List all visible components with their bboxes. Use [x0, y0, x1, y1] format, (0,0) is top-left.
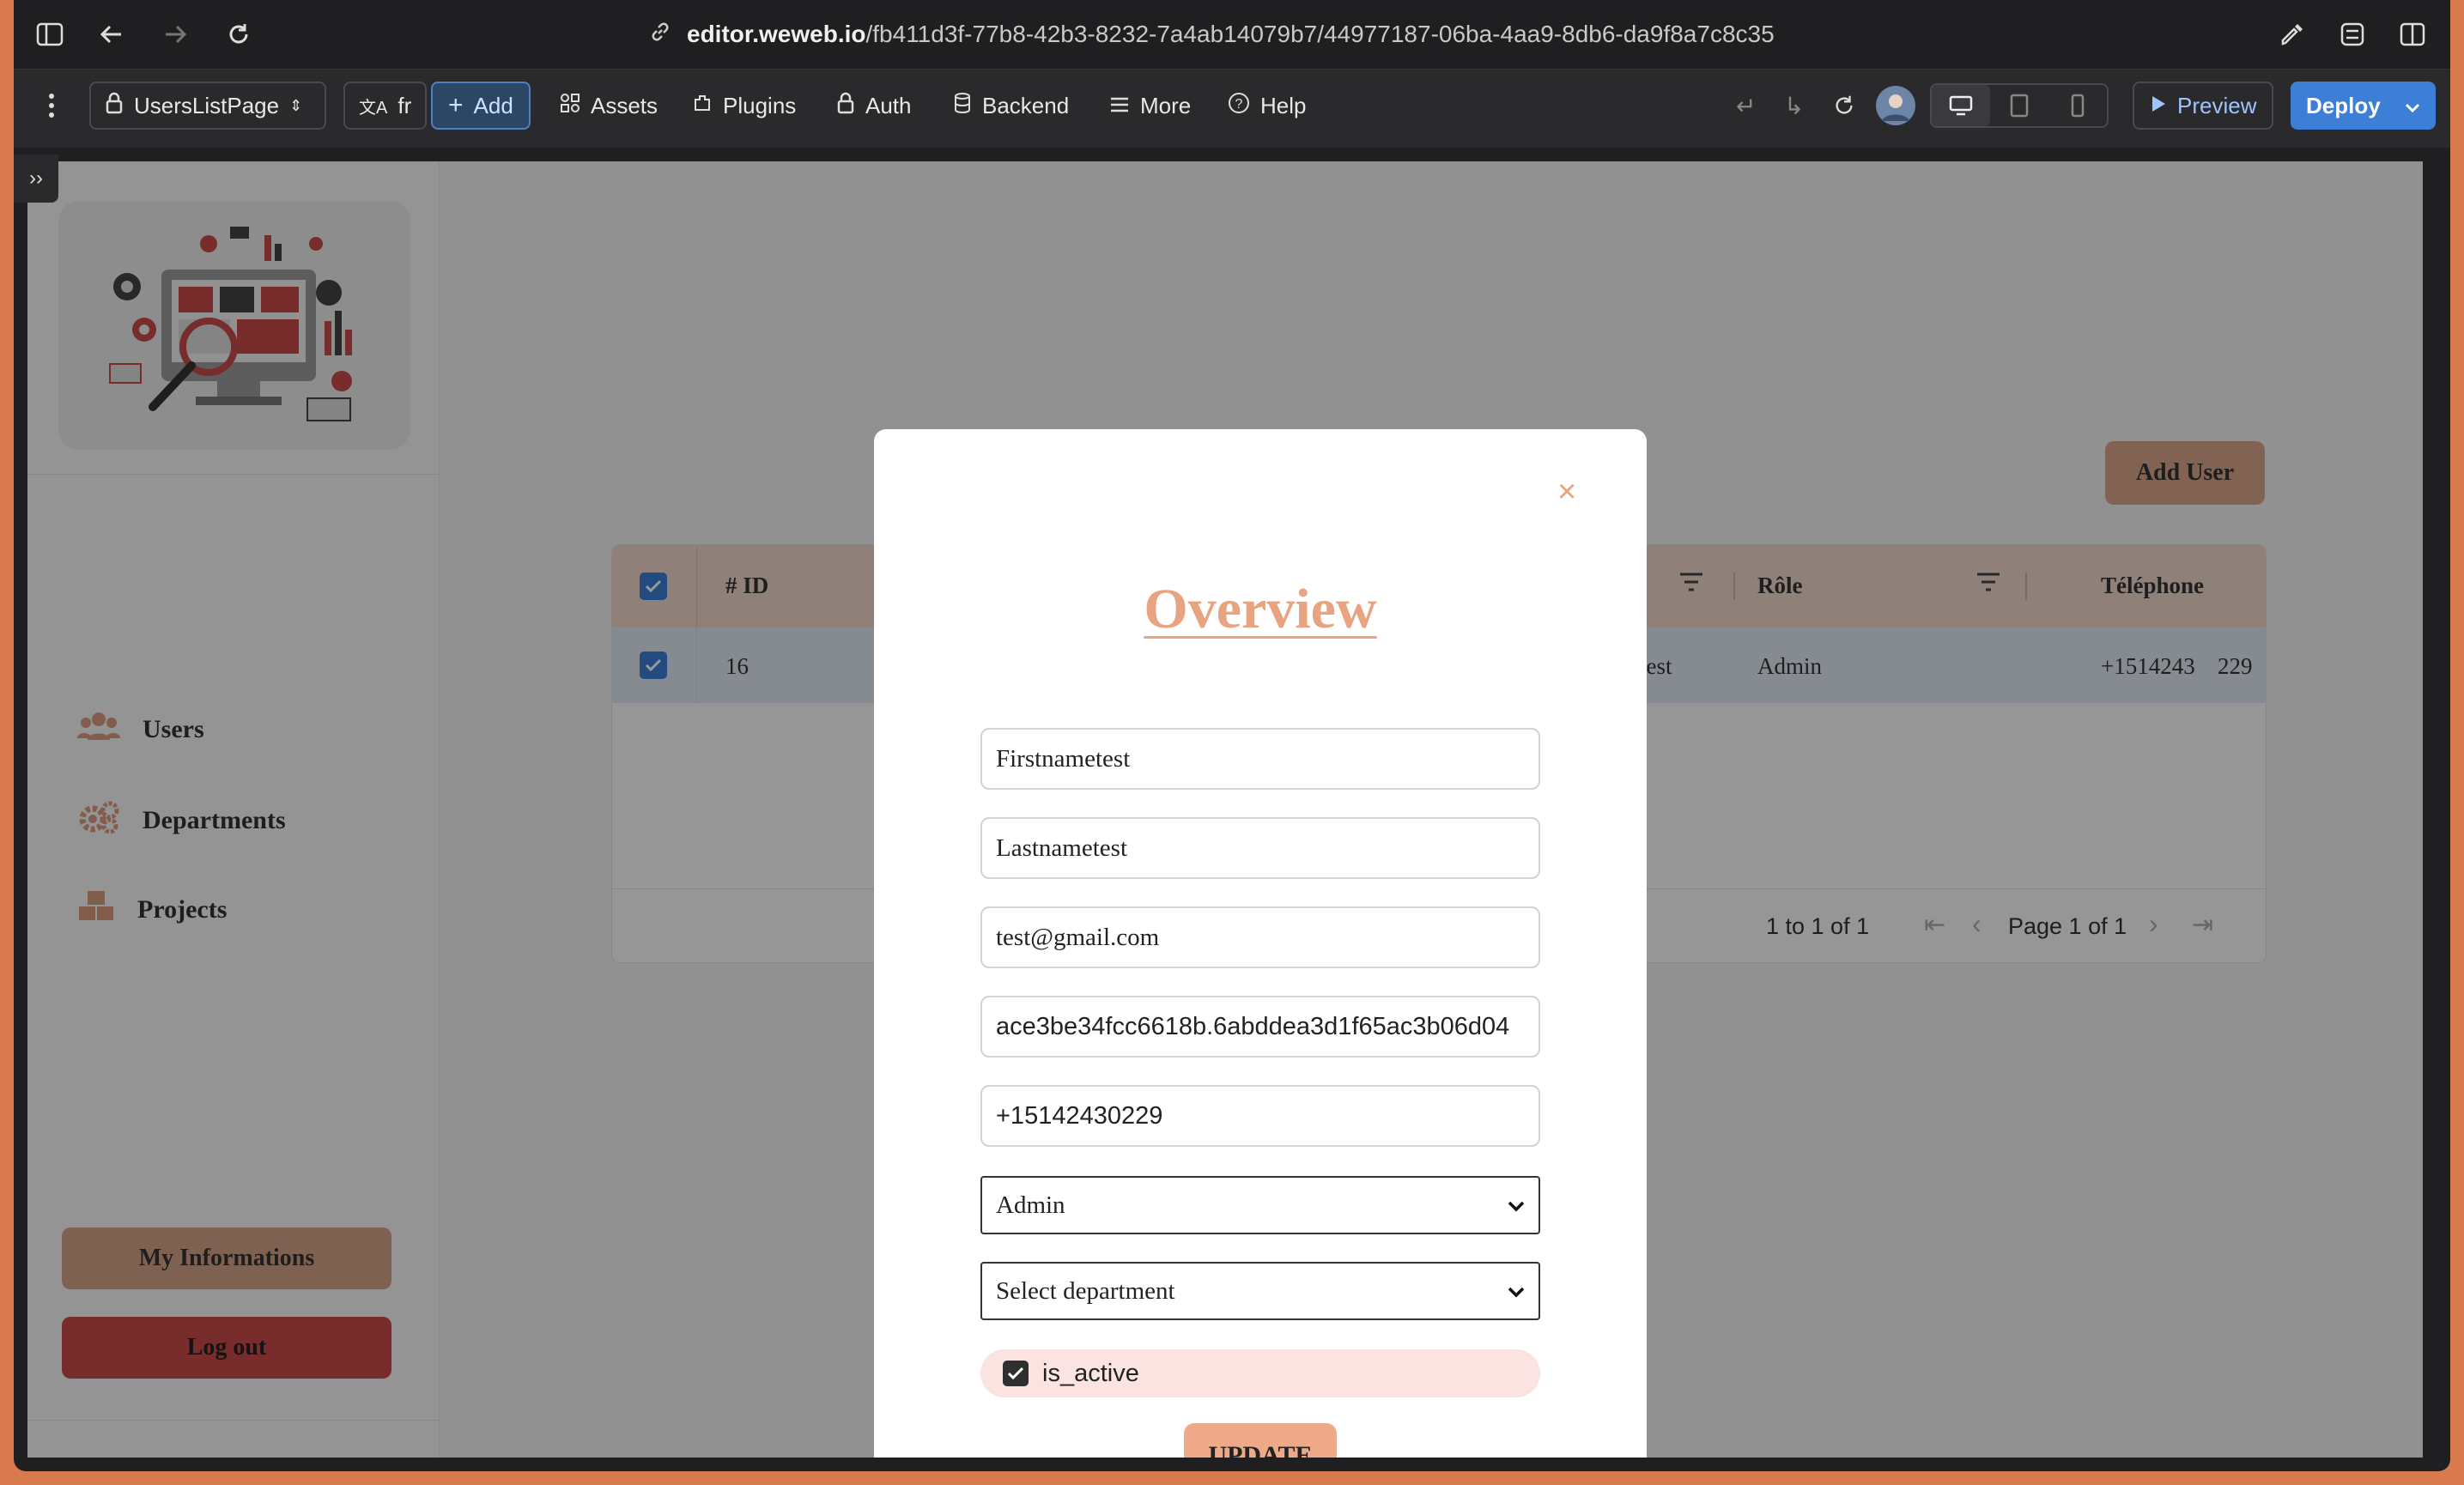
password-hash-field[interactable]: ace3be34fcc6618b.6abddea3d1f65ac3b06d04: [980, 996, 1540, 1058]
link-icon: [649, 21, 671, 49]
phone-field[interactable]: +15142430229: [980, 1085, 1540, 1147]
language-label: fr: [398, 92, 412, 118]
more-button[interactable]: More: [1109, 82, 1191, 130]
department-select-value: Select department: [996, 1276, 1175, 1305]
role-select[interactable]: Admin: [980, 1176, 1540, 1234]
plugins-label: Plugins: [723, 92, 797, 118]
refresh-icon[interactable]: [1832, 82, 1856, 130]
translate-icon: 文A: [359, 98, 388, 118]
help-button[interactable]: ? Help: [1228, 82, 1306, 130]
extensions-icon[interactable]: [2337, 19, 2368, 50]
editor-toolbar: UsersListPage ⇕ 文A fr + Add Assets Plugi…: [14, 69, 2450, 148]
undo-icon[interactable]: ↵: [1736, 82, 1756, 130]
redo-icon[interactable]: ↳: [1784, 82, 1804, 130]
expand-panel-icon[interactable]: ››: [14, 155, 58, 203]
more-label: More: [1140, 92, 1192, 118]
department-select[interactable]: Select department: [980, 1262, 1540, 1320]
back-icon[interactable]: [96, 19, 127, 50]
lastname-field[interactable]: Lastnametest: [980, 817, 1540, 879]
menu-kebab-icon[interactable]: [29, 82, 74, 130]
browser-titlebar: editor.weweb.io/fb411d3f-77b8-42b3-8232-…: [14, 0, 2450, 69]
add-button[interactable]: + Add: [431, 82, 531, 130]
database-icon: [953, 92, 972, 120]
firstname-field[interactable]: Firstnametest: [980, 728, 1540, 790]
chevron-down-icon[interactable]: [2405, 93, 2420, 119]
chevron-down-icon: [1508, 1191, 1525, 1220]
help-icon: ?: [1228, 92, 1250, 120]
is-active-checkbox[interactable]: [1003, 1361, 1029, 1386]
update-button[interactable]: UPDATE: [1184, 1423, 1337, 1458]
forward-icon[interactable]: [160, 19, 191, 50]
hamburger-icon: [1109, 93, 1130, 119]
preview-label: Preview: [2177, 92, 2257, 118]
is-active-label: is_active: [1042, 1359, 1139, 1387]
chevron-down-icon: [1508, 1277, 1525, 1306]
lock-icon: [105, 92, 124, 120]
url-path: /fb411d3f-77b8-42b3-8232-7a4ab14079b7/44…: [865, 21, 1775, 47]
reload-icon[interactable]: [223, 19, 254, 50]
help-label: Help: [1260, 92, 1307, 118]
deploy-label: Deploy: [2306, 92, 2381, 118]
plugins-button[interactable]: Plugins: [692, 82, 796, 130]
preview-button[interactable]: Preview: [2133, 82, 2274, 130]
tablet-icon[interactable]: [1990, 85, 2048, 126]
backend-button[interactable]: Backend: [953, 82, 1069, 130]
page-selector-label: UsersListPage: [134, 92, 280, 118]
auth-button[interactable]: Auth: [836, 82, 912, 130]
device-switcher: [1930, 83, 2109, 128]
page-canvas: Users Departments Projects My Informatio…: [27, 161, 2423, 1458]
role-select-value: Admin: [996, 1191, 1065, 1219]
play-icon: [2150, 93, 2167, 119]
browser-window: editor.weweb.io/fb411d3f-77b8-42b3-8232-…: [14, 0, 2450, 1471]
assets-button[interactable]: Assets: [560, 82, 658, 130]
is-active-toggle[interactable]: is_active: [980, 1349, 1540, 1397]
add-label: Add: [473, 92, 513, 118]
svg-text:?: ?: [1235, 97, 1243, 112]
split-view-icon[interactable]: [2397, 19, 2428, 50]
auth-label: Auth: [865, 92, 912, 118]
avatar[interactable]: [1875, 82, 1916, 130]
mobile-icon[interactable]: [2048, 85, 2107, 126]
language-selector[interactable]: 文A fr: [343, 82, 428, 130]
backend-label: Backend: [982, 92, 1070, 118]
updown-icon: ⇕: [289, 96, 303, 114]
assets-icon: [560, 93, 580, 119]
sidebar-toggle-icon[interactable]: [34, 19, 65, 50]
close-icon[interactable]: ×: [1557, 474, 1576, 511]
deploy-button[interactable]: Deploy: [2291, 82, 2436, 130]
address-bar[interactable]: editor.weweb.io/fb411d3f-77b8-42b3-8232-…: [649, 17, 1775, 52]
email-field[interactable]: test@gmail.com: [980, 906, 1540, 968]
auth-lock-icon: [836, 92, 855, 120]
plugin-icon: [692, 93, 713, 119]
desktop-icon[interactable]: [1932, 85, 1990, 126]
url-host: editor.weweb.io: [687, 21, 866, 47]
plus-icon: +: [448, 91, 464, 119]
user-overview-modal: × Overview Firstnametest Lastnametest te…: [874, 429, 1647, 1458]
page-selector[interactable]: UsersListPage ⇕: [89, 82, 326, 130]
modal-title: Overview: [1144, 578, 1377, 640]
assets-label: Assets: [591, 92, 658, 118]
eyedropper-icon[interactable]: [2277, 19, 2308, 50]
